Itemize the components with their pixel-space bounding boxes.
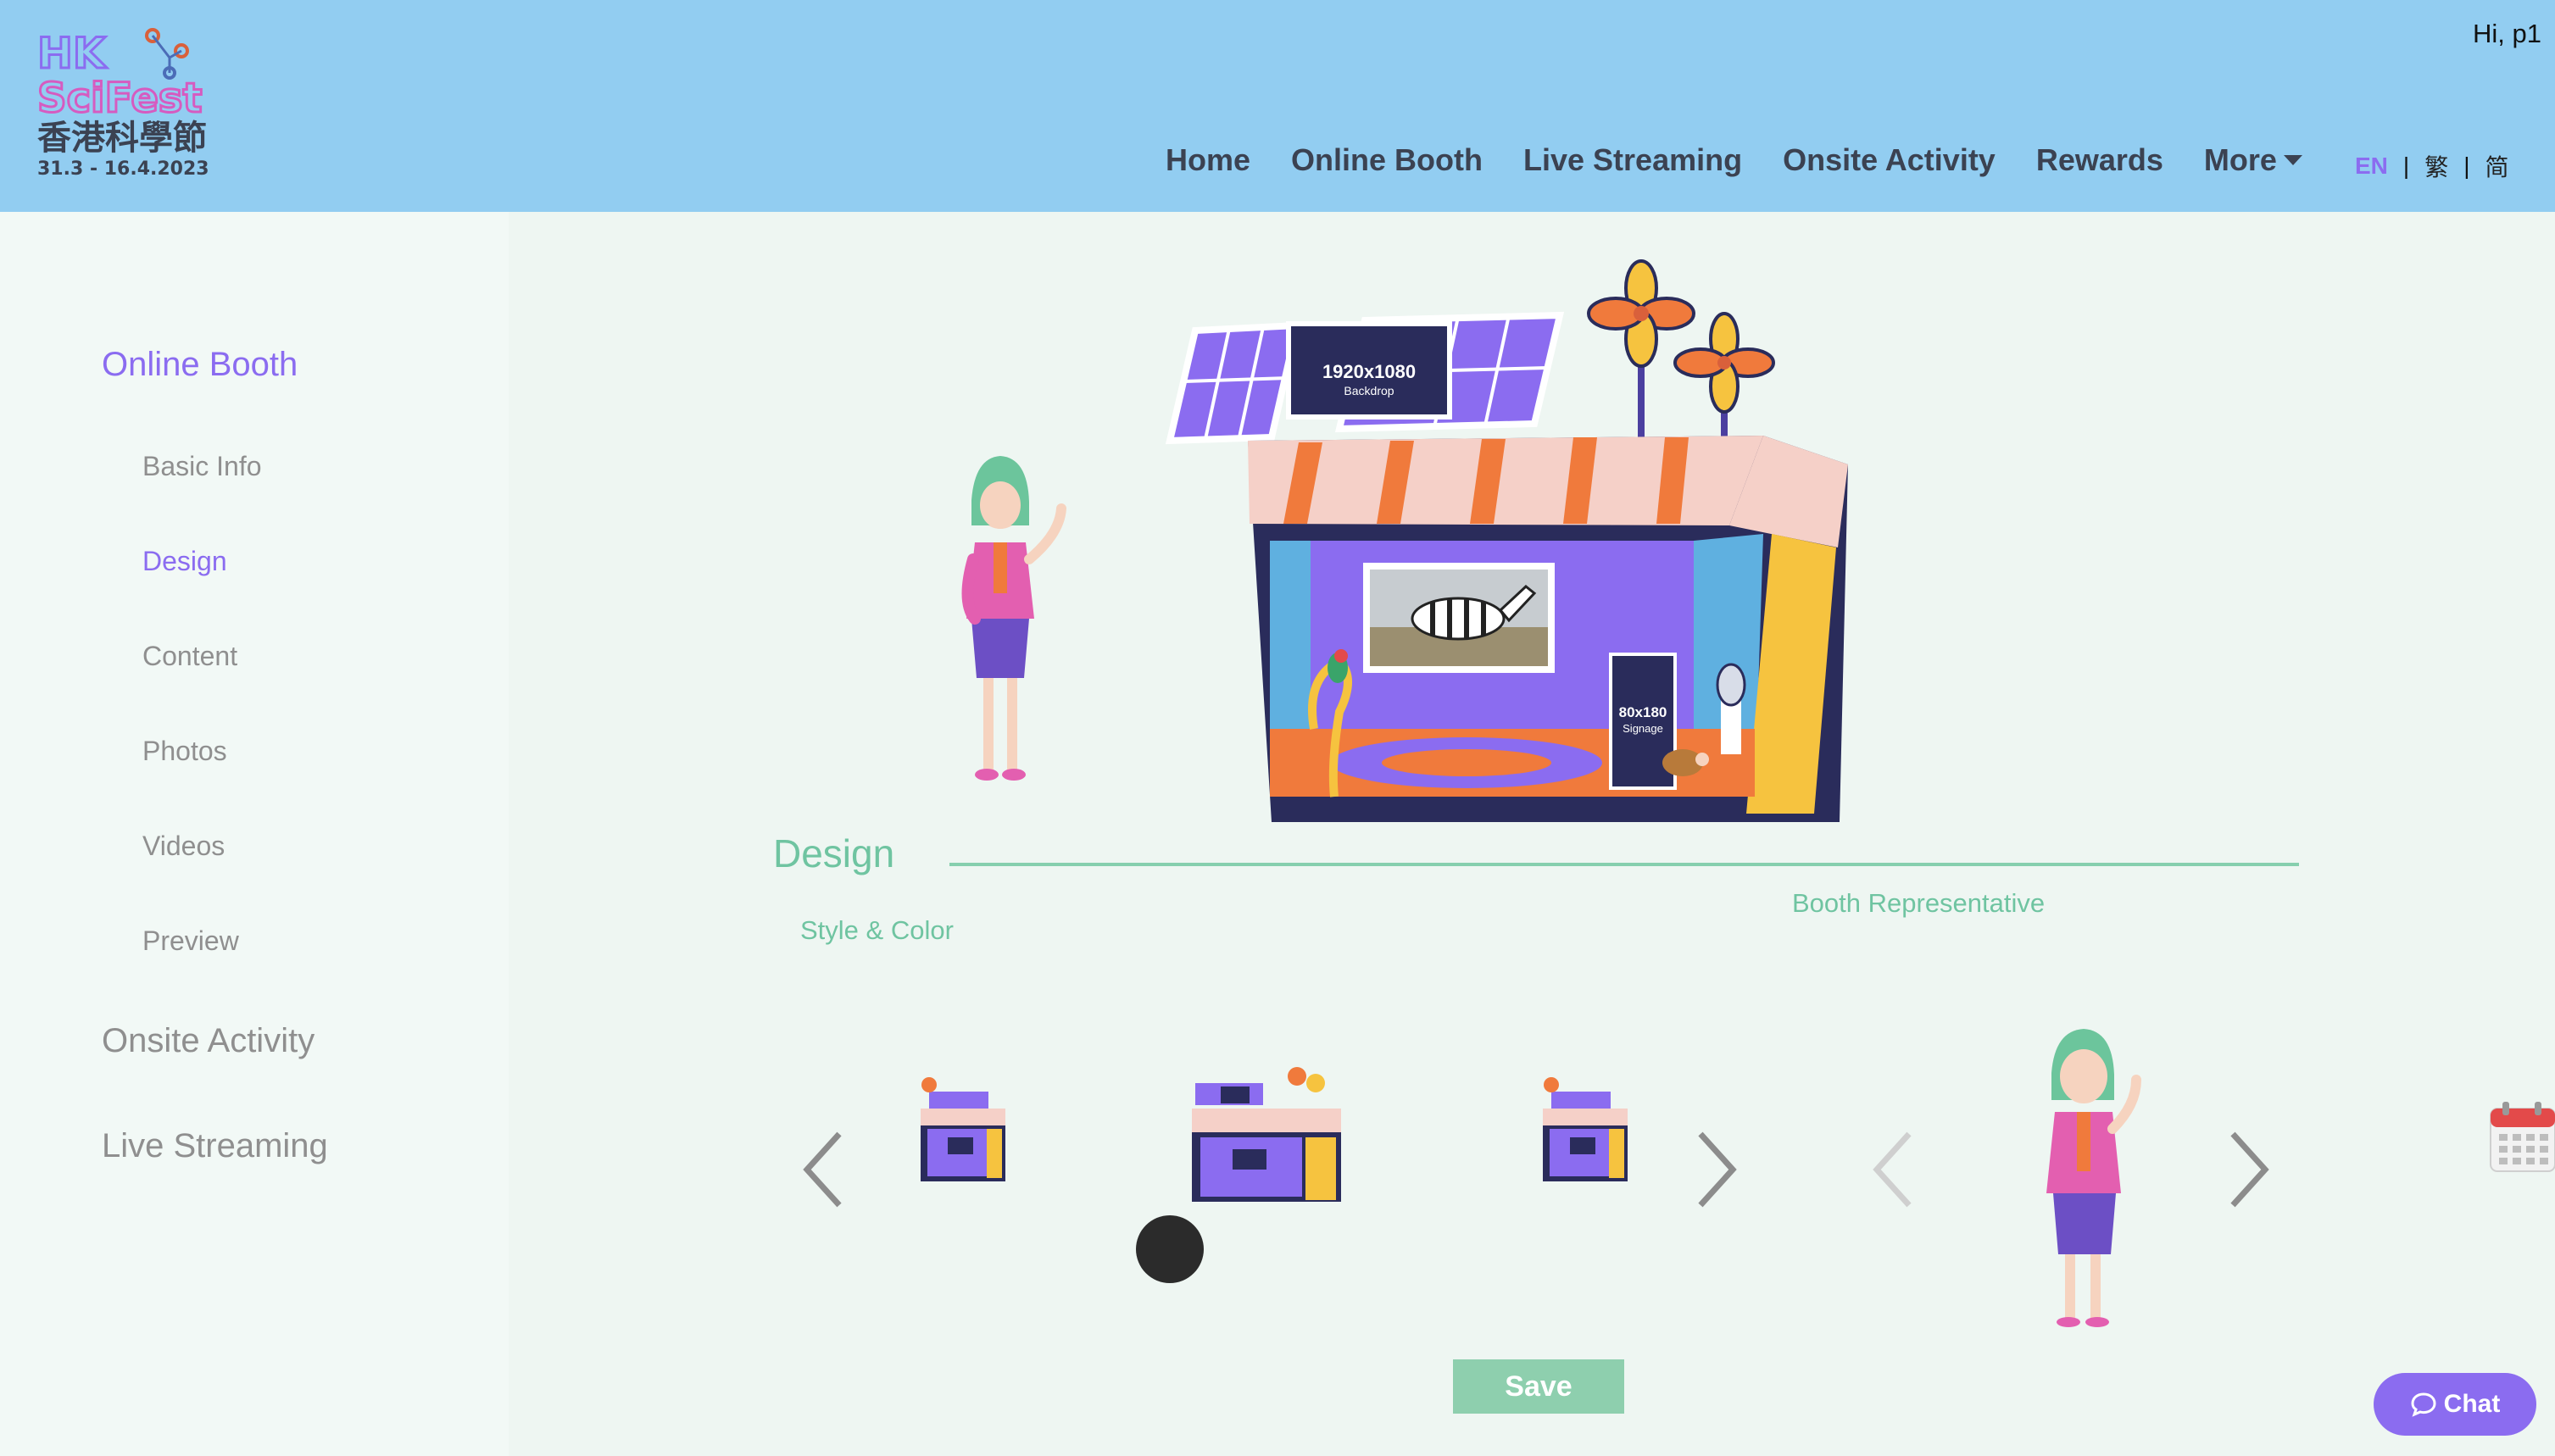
nav-rewards[interactable]: Rewards <box>2036 142 2163 178</box>
chat-bubble-icon <box>2411 1392 2436 1417</box>
backdrop-size-label: 1920x1080 <box>1322 361 1416 382</box>
logo-hk: HK <box>37 29 108 78</box>
representative-prev-arrow-icon[interactable] <box>1868 1127 1919 1212</box>
booth-style-thumbnail-1[interactable] <box>904 1075 1014 1186</box>
logo-dates: 31.3 - 16.4.2023 <box>37 158 209 180</box>
user-greeting[interactable]: Hi, p1 <box>2473 19 2541 49</box>
sidebar-item-design[interactable]: Design <box>142 546 227 577</box>
booth-preview-illustration: 1920x1080 Backdrop 80x180 Signage <box>961 259 1848 822</box>
booth-style-thumbnail-2-selected[interactable] <box>1183 1063 1350 1203</box>
lang-separator: | <box>2402 153 2410 179</box>
lang-en[interactable]: EN <box>2355 153 2388 180</box>
save-button[interactable]: Save <box>1453 1359 1624 1414</box>
sidebar-item-videos[interactable]: Videos <box>142 831 225 862</box>
sidebar-item-photos[interactable]: Photos <box>142 736 227 767</box>
lang-traditional-chinese[interactable]: 繁 <box>2424 149 2448 183</box>
sidebar-item-content[interactable]: Content <box>142 641 237 672</box>
nav-live-streaming[interactable]: Live Streaming <box>1523 142 1742 178</box>
sidebar-item-preview[interactable]: Preview <box>142 925 239 957</box>
sidebar-section-live-streaming[interactable]: Live Streaming <box>102 1127 328 1165</box>
design-section-title: Design <box>773 831 895 875</box>
logo-scifest: SciFest <box>37 75 202 122</box>
nav-more-label: More <box>2203 142 2277 177</box>
section-divider <box>949 863 2299 866</box>
logo-chinese: 香港科學節 <box>37 119 207 158</box>
calendar-icon[interactable] <box>2489 1100 2555 1173</box>
chat-button-label: Chat <box>2443 1390 2501 1418</box>
booth-representative-thumbnail[interactable] <box>2018 1027 2145 1329</box>
top-header: HK SciFest 香港科學節 31.3 - 16.4.2023 Hi, p1… <box>0 0 2555 212</box>
sidebar-item-basic-info[interactable]: Basic Info <box>142 451 262 482</box>
representative-next-arrow-icon[interactable] <box>2223 1127 2274 1212</box>
chevron-down-icon <box>2283 155 2302 165</box>
color-swatch[interactable] <box>1136 1215 1204 1283</box>
backdrop-sign: 1920x1080 Backdrop <box>1286 321 1452 420</box>
nav-home[interactable]: Home <box>1166 142 1250 178</box>
style-next-arrow-icon[interactable] <box>1690 1127 1741 1212</box>
language-switcher: EN | 繁 | 简 <box>2355 149 2509 183</box>
lang-separator: | <box>2463 153 2470 179</box>
main-nav: Home Online Booth Live Streaming Onsite … <box>1166 142 2343 178</box>
style-prev-arrow-icon[interactable] <box>799 1127 849 1212</box>
booth-representative-label: Booth Representative <box>1792 888 2046 918</box>
signage-label: Signage <box>1623 722 1663 735</box>
lang-simplified-chinese[interactable]: 简 <box>2485 149 2508 183</box>
nav-online-booth[interactable]: Online Booth <box>1291 142 1483 178</box>
booth-style-thumbnail-3[interactable] <box>1526 1075 1636 1186</box>
signage-size-label: 80x180 <box>1619 704 1667 720</box>
chat-button[interactable]: Chat <box>2374 1373 2536 1436</box>
nav-more-dropdown[interactable]: More <box>2204 142 2302 178</box>
booth-screen-image <box>1363 563 1555 673</box>
hk-scifest-logo[interactable]: HK SciFest 香港科學節 31.3 - 16.4.2023 <box>34 24 322 185</box>
pinwheel-decorations <box>1587 259 1775 441</box>
style-color-label: Style & Color <box>800 915 954 945</box>
representative-figure <box>961 456 1066 781</box>
sidebar-section-online-booth[interactable]: Online Booth <box>102 346 298 384</box>
sidebar-section-onsite-activity[interactable]: Onsite Activity <box>102 1022 315 1060</box>
sidebar: Online Booth Basic Info Design Content P… <box>0 212 509 1456</box>
nav-onsite-activity[interactable]: Onsite Activity <box>1783 142 1996 178</box>
backdrop-label: Backdrop <box>1344 384 1394 397</box>
